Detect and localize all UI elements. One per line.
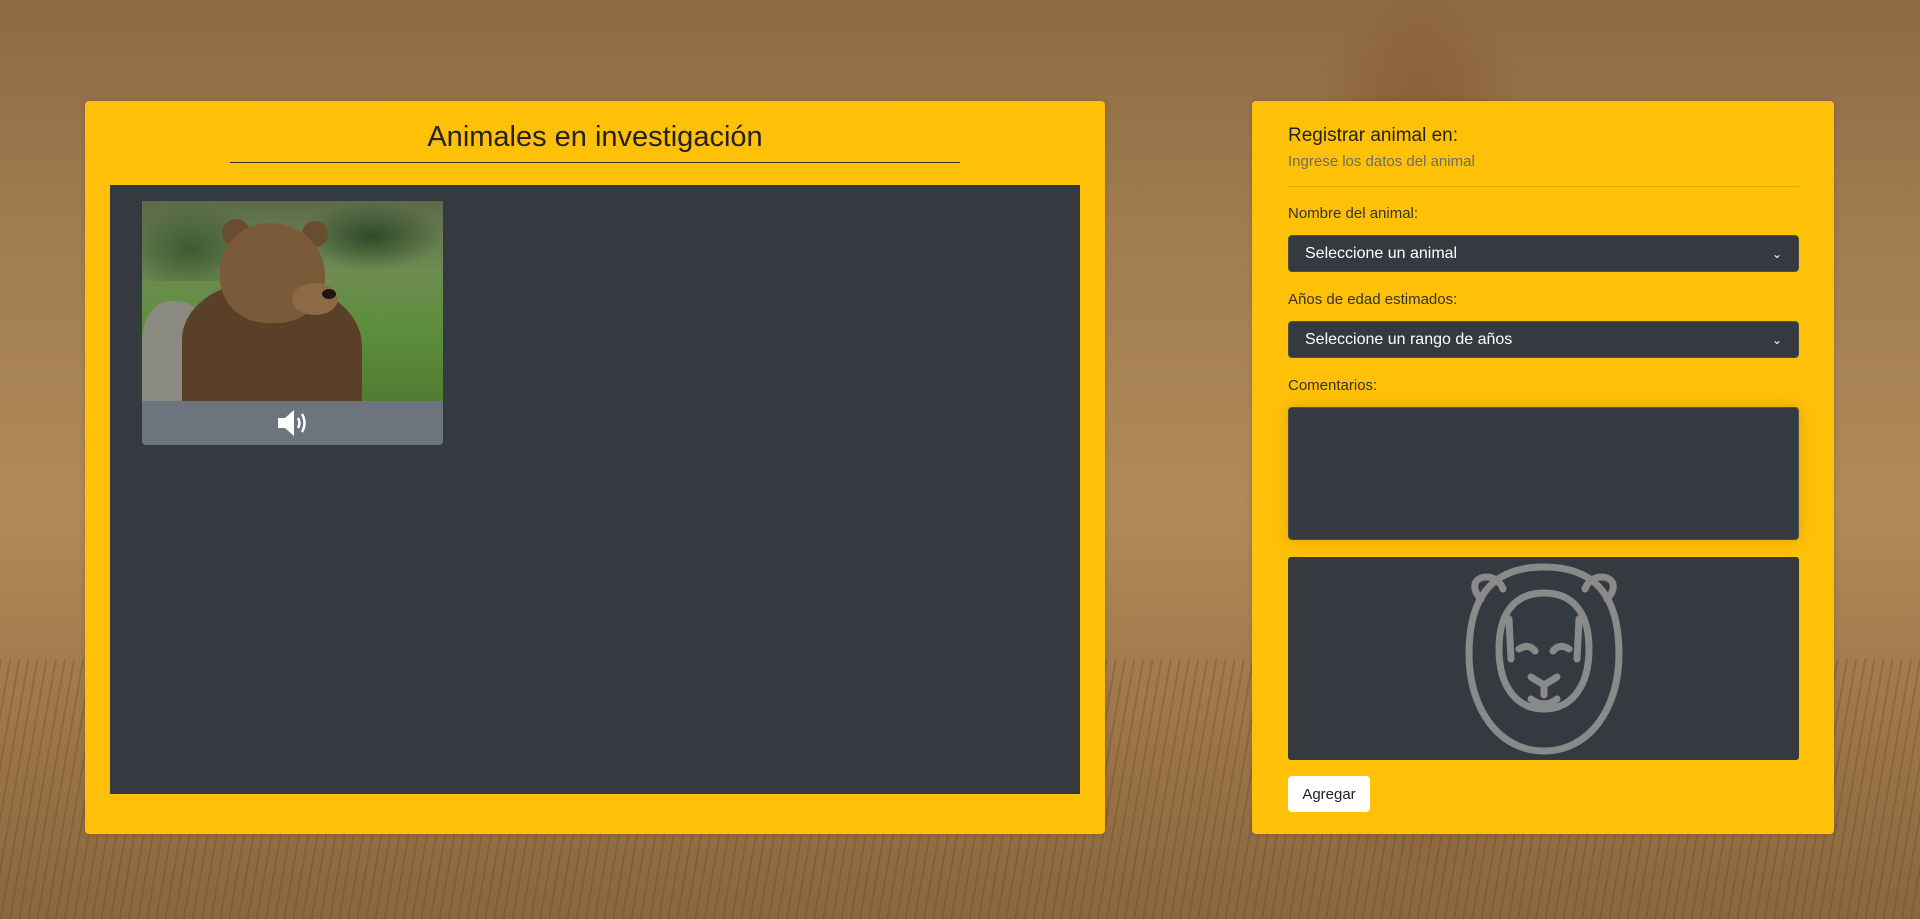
chevron-down-icon: ⌄ bbox=[1771, 246, 1782, 261]
age-select[interactable]: Seleccione un rango de años ⌄ bbox=[1288, 321, 1799, 358]
age-label: Años de edad estimados: bbox=[1288, 291, 1458, 308]
play-sound-button[interactable] bbox=[142, 401, 443, 445]
animals-stage bbox=[110, 185, 1080, 794]
chevron-down-icon: ⌄ bbox=[1771, 332, 1782, 347]
comments-label: Comentarios: bbox=[1288, 377, 1378, 394]
panel-title: Animales en investigación bbox=[230, 121, 960, 163]
animal-preview bbox=[1288, 557, 1799, 760]
add-button[interactable]: Agregar bbox=[1288, 776, 1370, 812]
animal-name-label: Nombre del animal: bbox=[1288, 205, 1419, 222]
divider bbox=[1288, 186, 1799, 187]
age-select-value: Seleccione un rango de años bbox=[1305, 330, 1513, 348]
animal-select[interactable]: Seleccione un animal ⌄ bbox=[1288, 235, 1799, 272]
register-animal-panel: Registrar animal en: Ingrese los datos d… bbox=[1252, 101, 1834, 834]
animal-select-value: Seleccione un animal bbox=[1305, 244, 1458, 262]
form-subtitle: Ingrese los datos del animal bbox=[1288, 153, 1475, 170]
form-title: Registrar animal en: bbox=[1288, 125, 1459, 146]
comments-textarea[interactable] bbox=[1288, 407, 1799, 540]
volume-up-icon bbox=[277, 410, 306, 436]
bear-image[interactable] bbox=[142, 201, 443, 401]
research-animals-panel: Animales en investigación bbox=[85, 101, 1105, 834]
lion-icon bbox=[1465, 563, 1622, 754]
animal-card bbox=[142, 201, 443, 445]
